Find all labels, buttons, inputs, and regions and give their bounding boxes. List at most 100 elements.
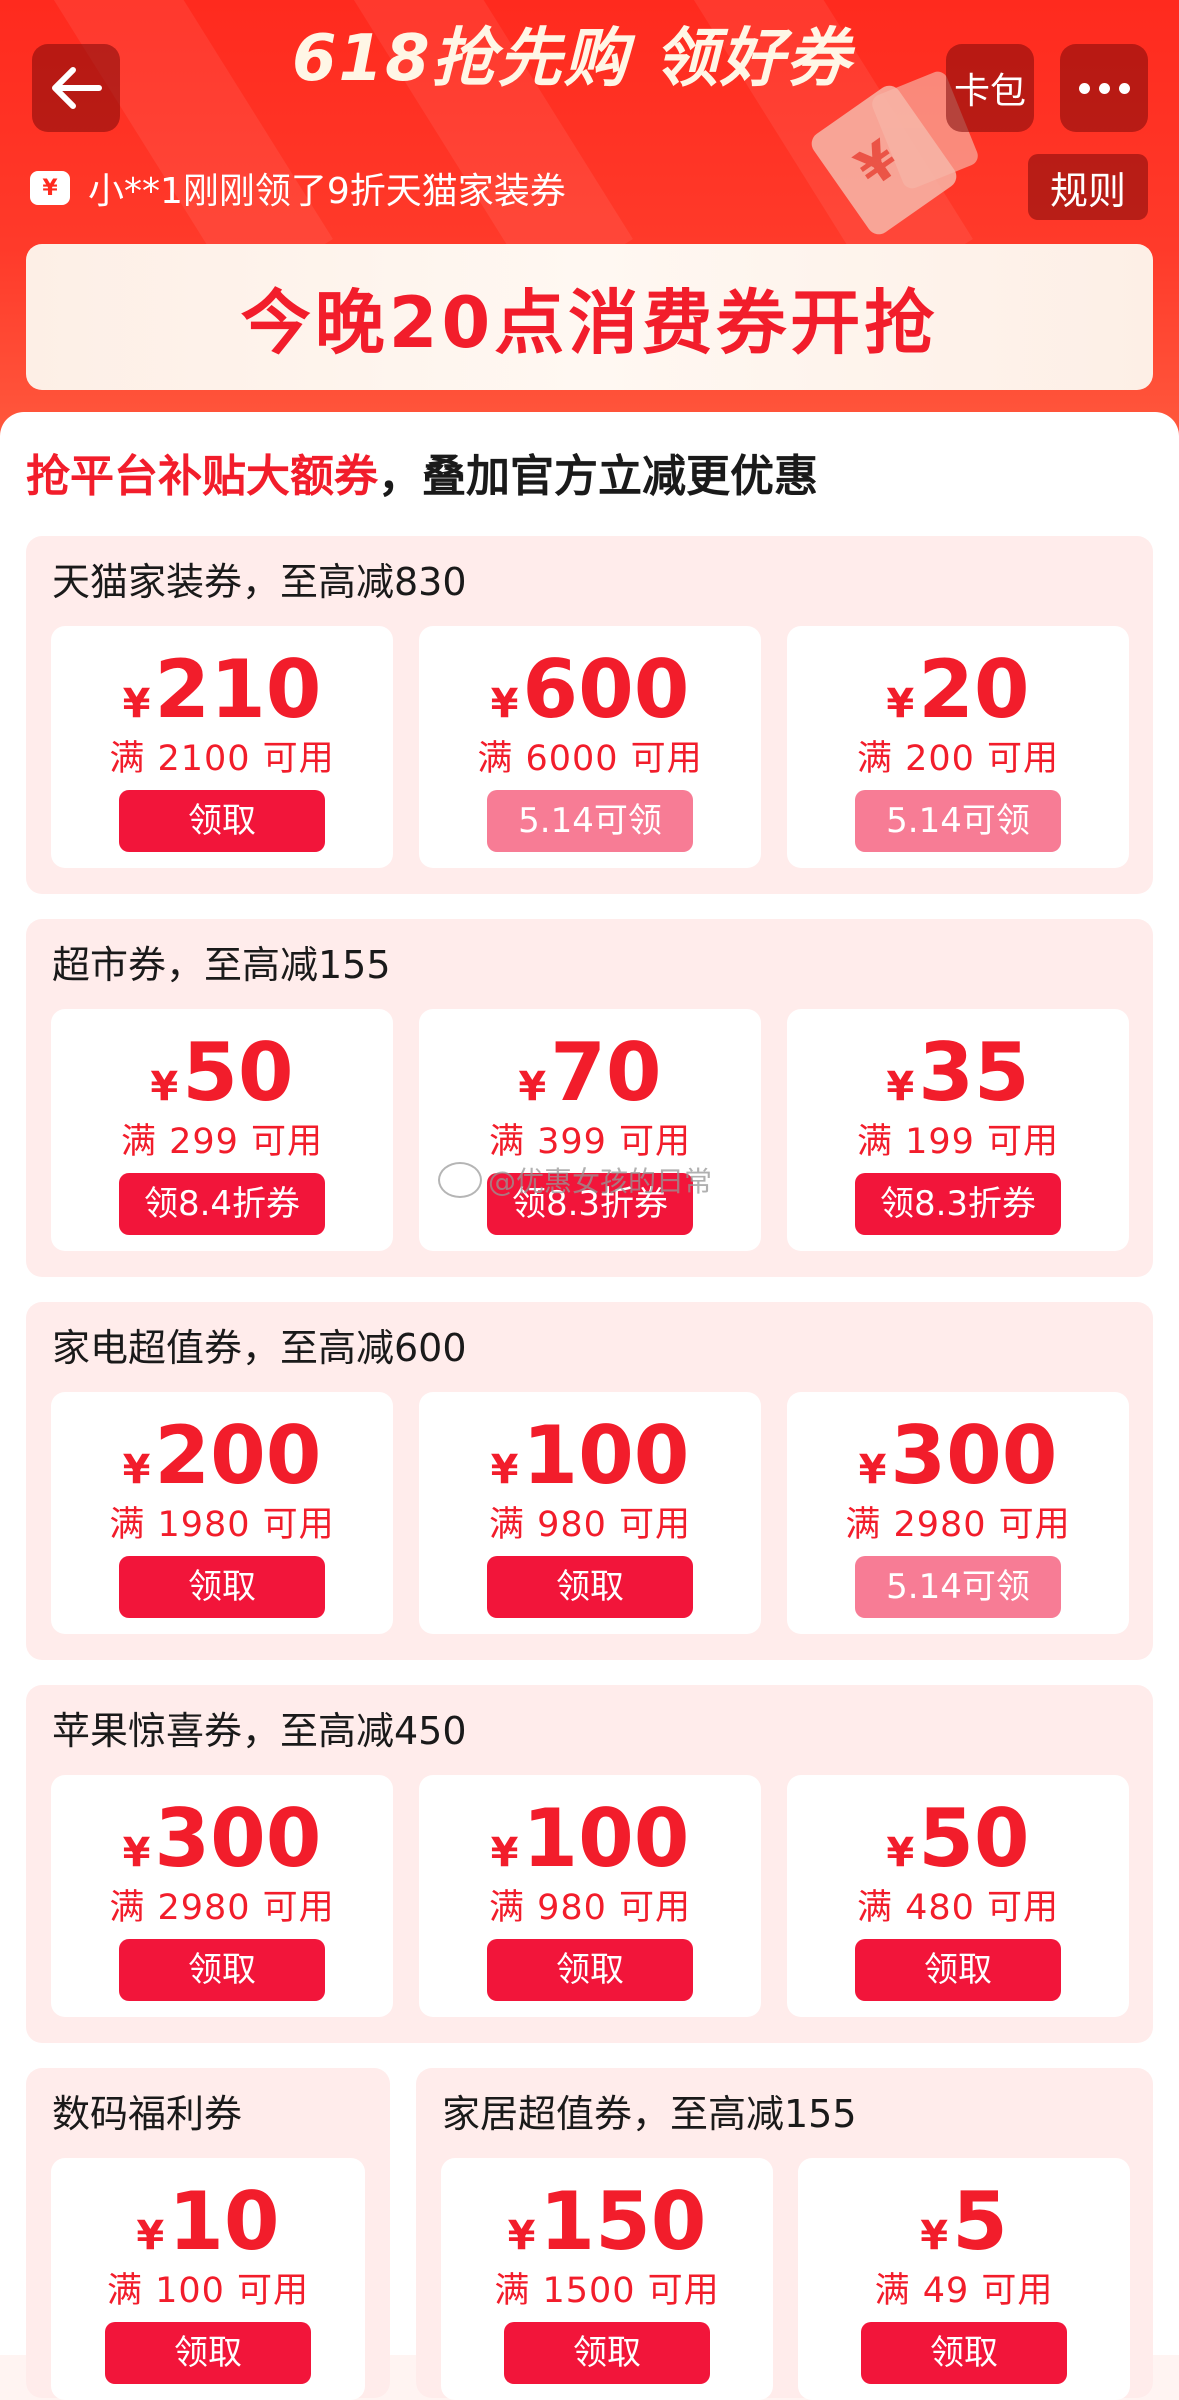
coupon-amount: ¥35 (787, 1027, 1129, 1119)
claim-coupon-button[interactable]: 领8.4折券 (119, 1173, 325, 1235)
coupon-card[interactable]: ¥100 满 980 可用领取 (419, 1775, 761, 2017)
headline-text: ，叠加官方立减更优惠 (378, 451, 818, 502)
coupon-card[interactable]: ¥35 满 199 可用领8.3折券 (787, 1009, 1129, 1251)
coupon-card[interactable]: ¥300 满 2980 可用领取 (51, 1775, 393, 2017)
coupon-card[interactable]: ¥70 满 399 可用 领8.3折券 (419, 1009, 761, 1251)
currency-symbol: ¥ (886, 681, 915, 727)
coupon-section: 天猫家装券，至高减830 ¥210 满 2100 可用领取 ¥600 满 6000 可用… (26, 536, 1153, 894)
claim-coupon-button[interactable]: 领取 (119, 1939, 325, 2001)
promo-banner[interactable]: 今晚20点消费券开抢 (26, 244, 1153, 390)
currency-symbol: ¥ (858, 1447, 887, 1493)
coupon-upcoming-button[interactable]: 5.14可领 (487, 790, 693, 852)
back-button[interactable] (32, 44, 120, 132)
coupon-card[interactable]: ¥150 满 1500 可用领取 (441, 2158, 773, 2400)
coupon-amount-value: 10 (168, 2175, 280, 2268)
currency-symbol: ¥ (136, 2213, 165, 2259)
claim-coupon-button[interactable]: 领取 (861, 2322, 1067, 2384)
section-title: 数码福利券 (52, 2092, 243, 2136)
claim-coupon-button[interactable]: 领取 (855, 1939, 1061, 2001)
coupon-card[interactable]: ¥210 满 2100 可用 领取 (51, 626, 393, 868)
currency-symbol: ¥ (490, 1830, 519, 1876)
coupon-condition: 满 980 可用 (488, 1888, 692, 1928)
currency-symbol: ¥ (490, 681, 519, 727)
coupon-condition: 满 2980 可用 (109, 1888, 335, 1928)
currency-symbol: ¥ (122, 1830, 151, 1876)
claim-coupon-button[interactable]: 领取 (105, 2322, 311, 2384)
more-options-button[interactable] (1060, 44, 1148, 132)
coupon-amount-value: 50 (182, 1026, 294, 1119)
claim-coupon-button[interactable]: 领取 (119, 1556, 325, 1618)
section-title: 天猫家装券，至高减830 (52, 560, 467, 604)
coupon-condition: 满 299 可用 (120, 1122, 324, 1162)
coupon-condition: 满 980 可用 (488, 1505, 692, 1545)
page-title: 618抢先购 领好券 (292, 22, 852, 96)
coupon-amount: ¥20 (787, 644, 1129, 736)
card-wallet-button[interactable]: 卡包 (946, 44, 1034, 132)
coupon-amount: ¥100 (419, 1793, 761, 1885)
currency-symbol: ¥ (507, 2213, 536, 2259)
coupon-amount: ¥5 (798, 2176, 1130, 2268)
coupon-card[interactable]: ¥10 满 100 可用领取 (51, 2158, 365, 2400)
coupon-condition: 满 1500 可用 (494, 2271, 720, 2311)
weibo-logo-icon (438, 1162, 482, 1198)
coupon-card[interactable]: ¥100 满 980 可用 领取 (419, 1392, 761, 1634)
coupon-card[interactable]: ¥5 满 49 可用领取 (798, 2158, 1130, 2400)
coupon-amount-value: 300 (890, 1409, 1058, 1502)
coupon-amount: ¥10 (51, 2176, 365, 2268)
coupon-condition: 满 6000 可用 (477, 739, 703, 779)
coupon-upcoming-button[interactable]: 5.14可领 (855, 790, 1061, 852)
currency-symbol: ¥ (920, 2213, 949, 2259)
coupon-amount: ¥50 (51, 1027, 393, 1119)
coupon-amount: ¥300 (787, 1410, 1129, 1502)
coupon-card[interactable]: ¥50 满 480 可用领取 (787, 1775, 1129, 2017)
coupon-amount: ¥70 (419, 1027, 761, 1119)
back-arrow-icon (52, 67, 102, 109)
currency-symbol: ¥ (886, 1064, 915, 1110)
coupon-card[interactable]: ¥50 满 299 可用领8.4折券 (51, 1009, 393, 1251)
claim-coupon-button[interactable]: 领8.3折券 (855, 1173, 1061, 1235)
coupon-amount-value: 50 (918, 1792, 1030, 1885)
coupon-condition: 满 2100 可用 (109, 739, 335, 779)
currency-symbol: ¥ (518, 1064, 547, 1110)
claim-coupon-button[interactable]: 领取 (504, 2322, 710, 2384)
claim-coupon-button[interactable]: 领取 (487, 1556, 693, 1618)
coupon-amount-value: 5 (952, 2175, 1008, 2268)
coupon-amount: ¥150 (441, 2176, 773, 2268)
currency-symbol: ¥ (886, 1830, 915, 1876)
coupon-amount: ¥300 (51, 1793, 393, 1885)
claim-coupon-button[interactable]: 领取 (487, 1939, 693, 2001)
coupon-amount-value: 210 (154, 643, 322, 736)
currency-symbol: ¥ (150, 1064, 179, 1110)
coupon-section: 数码福利券 ¥10 满 100 可用领取 (26, 2068, 390, 2400)
coupon-card[interactable]: ¥600 满 6000 可用 5.14可领 (419, 626, 761, 868)
coupon-card[interactable]: ¥300 满 2980 可用 5.14可领 (787, 1392, 1129, 1634)
claim-notice-text: 小**1刚刚领了9折天猫家装券 (88, 171, 566, 212)
coupon-condition: 满 1980 可用 (109, 1505, 335, 1545)
more-dot-icon (1118, 82, 1130, 94)
coupon-amount-value: 100 (522, 1792, 690, 1885)
rules-button[interactable]: 规则 (1028, 154, 1148, 220)
coupon-card[interactable]: ¥200 满 1980 可用领取 (51, 1392, 393, 1634)
coupon-condition: 满 480 可用 (856, 1888, 1060, 1928)
watermark: @优惠女孩的日常 (438, 1158, 712, 1202)
claim-notice: ¥ 小**1刚刚领了9折天猫家装券 (30, 160, 566, 216)
coupon-section: 超市券，至高减155 ¥50 满 299 可用 领8.4折券 ¥70 满 399 可用 领8… (26, 919, 1153, 1277)
section-title: 家居超值券，至高减155 (442, 2092, 857, 2136)
coupon-upcoming-button[interactable]: 5.14可领 (855, 1556, 1061, 1618)
coupon-section: 苹果惊喜券，至高减450 ¥300 满 2980 可用 领取 ¥100 满 980 可用领… (26, 1685, 1153, 2043)
section-title: 苹果惊喜券，至高减450 (52, 1709, 467, 1753)
coupon-condition: 满 2980 可用 (845, 1505, 1071, 1545)
coupon-amount-value: 20 (918, 643, 1030, 736)
coupon-amount-value: 70 (550, 1026, 662, 1119)
coupon-section: 家电超值券，至高减600 ¥200 满 1980 可用 领取 ¥100 满 980 可用领… (26, 1302, 1153, 1660)
coupon-amount: ¥600 (419, 644, 761, 736)
headline-highlight: 抢平台补贴大额券 (26, 451, 378, 502)
currency-symbol: ¥ (122, 1447, 151, 1493)
coupon-amount: ¥200 (51, 1410, 393, 1502)
page-header: ¥ 618抢先购 领好券 卡包 ¥ 小**1刚刚领了9折天猫家装券 规则 今晚2… (0, 0, 1179, 450)
coupon-card[interactable]: ¥20 满 200 可用 5.14可领 (787, 626, 1129, 868)
coupon-condition: 满 199 可用 (856, 1122, 1060, 1162)
coupon-condition: 满 100 可用 (106, 2271, 310, 2311)
claim-coupon-button[interactable]: 领取 (119, 790, 325, 852)
coupon-condition: 满 49 可用 (874, 2271, 1054, 2311)
